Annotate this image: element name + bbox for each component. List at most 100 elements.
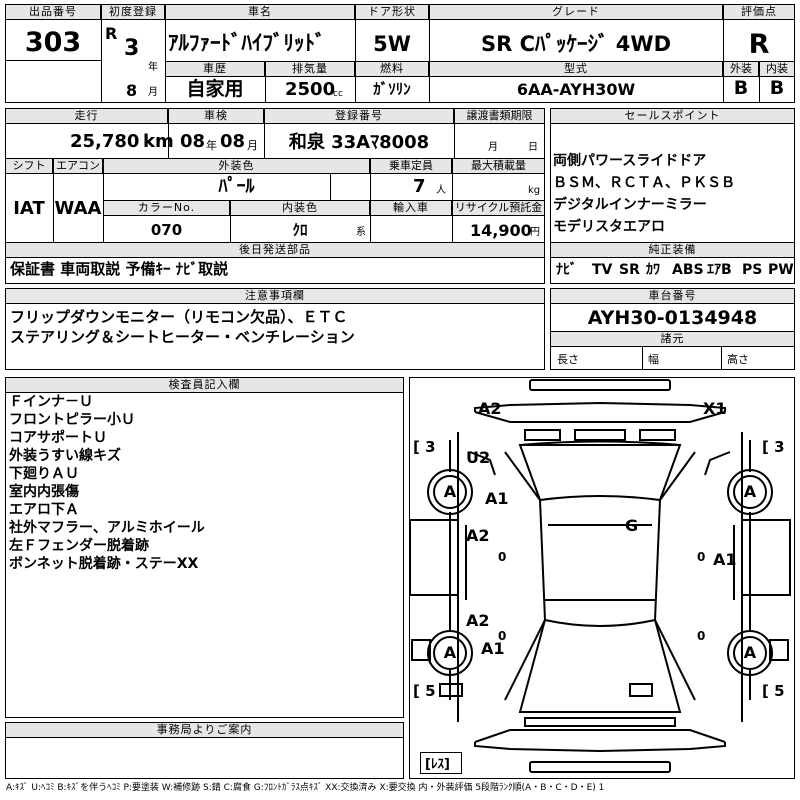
damage-mark: A (743, 482, 757, 501)
equipment-item: PW (768, 262, 794, 278)
interior-color-value: ｸﾛ (292, 221, 308, 239)
damage-mark: A2 (466, 611, 490, 630)
office-label: 事務局よりご案内 (5, 722, 404, 738)
grade-label: グレード (429, 4, 723, 20)
divider (721, 347, 722, 370)
damage-mark: A (743, 643, 757, 662)
capacity-unit: 人 (436, 185, 446, 196)
inspection-month-unit: 月 (247, 139, 258, 152)
model-label: 型式 (429, 61, 723, 77)
bracket-top-right: [ 3 (762, 438, 785, 456)
shift-label: シフト (5, 158, 53, 174)
damage-mark: 0 (498, 629, 507, 643)
inspector-line: コアサポートＵ (9, 430, 107, 446)
damage-mark: X1 (703, 399, 727, 418)
inspection-year-unit: 年 (206, 139, 217, 152)
equipment-item: TV (592, 262, 613, 278)
plate-label: 登録番号 (264, 108, 454, 124)
mileage-unit: km (143, 131, 174, 152)
equipment-item: ｶﾜ (646, 262, 660, 278)
width-label: 幅 (648, 353, 659, 366)
score-value: R (748, 29, 770, 60)
ac-value: WAA (54, 198, 102, 219)
exterior-grade: B (733, 77, 749, 99)
inspector-label: 検査員記入欄 (5, 377, 404, 393)
import-label: 輸入車 (370, 200, 452, 216)
color-no-label: カラーNo. (103, 200, 230, 216)
later-parts-label: 後日発送部品 (5, 242, 545, 258)
divider (759, 61, 760, 103)
equipment-item: SR (619, 262, 640, 278)
damage-mark: A2 (466, 526, 490, 545)
recycle-unit: 円 (530, 227, 540, 238)
recycle-label: リサイクル預託金 (452, 200, 545, 216)
year-unit: 年 (148, 62, 158, 73)
inspector-line: 下廻りＡＵ (9, 466, 79, 482)
shift-value: IAT (13, 198, 45, 219)
notes-label: 注意事項欄 (5, 288, 545, 304)
transfer-label: 譲渡書類期限 (454, 108, 545, 124)
divider (642, 347, 643, 370)
color-label: 外装色 (103, 158, 370, 174)
grade-value: SR Cﾊﾟｯｹｰｼﾞ 4WD (480, 32, 672, 56)
interior-label: 内装 (759, 61, 795, 77)
sales-line: モデリスタエアロ (553, 219, 665, 235)
recycle-value: 14,900 (470, 221, 532, 240)
damage-mark: A1 (485, 489, 509, 508)
interior-color-unit: 系 (356, 227, 366, 238)
history-value: 自家用 (186, 78, 244, 100)
first-reg-year: 3 (124, 36, 140, 61)
inspector-line: 社外マフラー、アルミホイール (9, 520, 205, 536)
height-label: 高さ (727, 353, 749, 366)
car-diagram (409, 377, 795, 779)
sales-label: セールスポイント (550, 108, 795, 124)
damage-mark: U2 (466, 448, 491, 467)
era: R (105, 24, 118, 43)
equipment-item: ﾅﾋﾞ (556, 262, 577, 278)
divider (330, 174, 331, 200)
interior-color-label: 内装色 (230, 200, 370, 216)
inspector-line: 左Ｆフェンダー脱着跡 (9, 538, 149, 554)
score-label: 評価点 (723, 4, 795, 20)
capacity-value: 7 (413, 176, 426, 197)
damage-mark: 0 (697, 550, 706, 564)
inspector-line: 室内内張傷 (9, 484, 79, 500)
inspection-month: 08 (220, 131, 246, 152)
ac-label: エアコン (53, 158, 103, 174)
inspector-line: 外装うすい線キズ (9, 448, 121, 464)
capacity-label: 乗車定員 (370, 158, 452, 174)
damage-mark: A (443, 643, 457, 662)
damage-mark: 0 (498, 550, 507, 564)
damage-mark: A1 (713, 550, 737, 569)
damage-mark: 0 (697, 629, 706, 643)
color-no-value: 070 (150, 221, 183, 239)
equipment-label: 純正装備 (550, 242, 795, 258)
door-value: 5W (373, 32, 411, 56)
lot-number: 303 (24, 27, 82, 58)
notes-line: ステアリング＆シートヒーター・ベンチレーション (10, 328, 355, 346)
history-label: 車歴 (165, 61, 265, 77)
equipment-item: PS (742, 262, 763, 278)
inspector-line: フロントピラー小Ｕ (9, 412, 135, 428)
inspector-line: ボンネット脱着跡・ステーXX (9, 556, 199, 572)
transfer-day-unit: 日 (528, 142, 538, 153)
inspection-year: 08 (180, 131, 206, 152)
equipment-item: ABS (672, 262, 704, 278)
sales-line: ＢＳＭ、ＲＣＴＡ、ＰＫＳＢ (553, 175, 735, 191)
fuel-value: ｶﾞｿﾘﾝ (373, 80, 411, 98)
damage-mark: A (443, 482, 457, 501)
chassis-label: 車台番号 (550, 288, 795, 304)
first-reg-label: 初度登録 (101, 4, 165, 20)
mileage-label: 走行 (5, 108, 168, 124)
transfer-month-unit: 月 (488, 142, 498, 153)
displacement-value: 2500 (285, 79, 336, 100)
damage-mark: G (625, 516, 639, 535)
fuel-label: 燃料 (355, 61, 429, 77)
door-label: ドア形状 (355, 4, 429, 20)
inspection-label: 車検 (168, 108, 264, 124)
inspector-line: Ｆインナ－Ｕ (9, 394, 93, 410)
car-name: ｱﾙﾌｧｰﾄﾞﾊｲﾌﾞﾘｯﾄﾞ (168, 31, 326, 55)
equipment-item: ｴｱB (707, 262, 732, 278)
divider (5, 60, 101, 61)
load-unit: kg (528, 185, 541, 196)
